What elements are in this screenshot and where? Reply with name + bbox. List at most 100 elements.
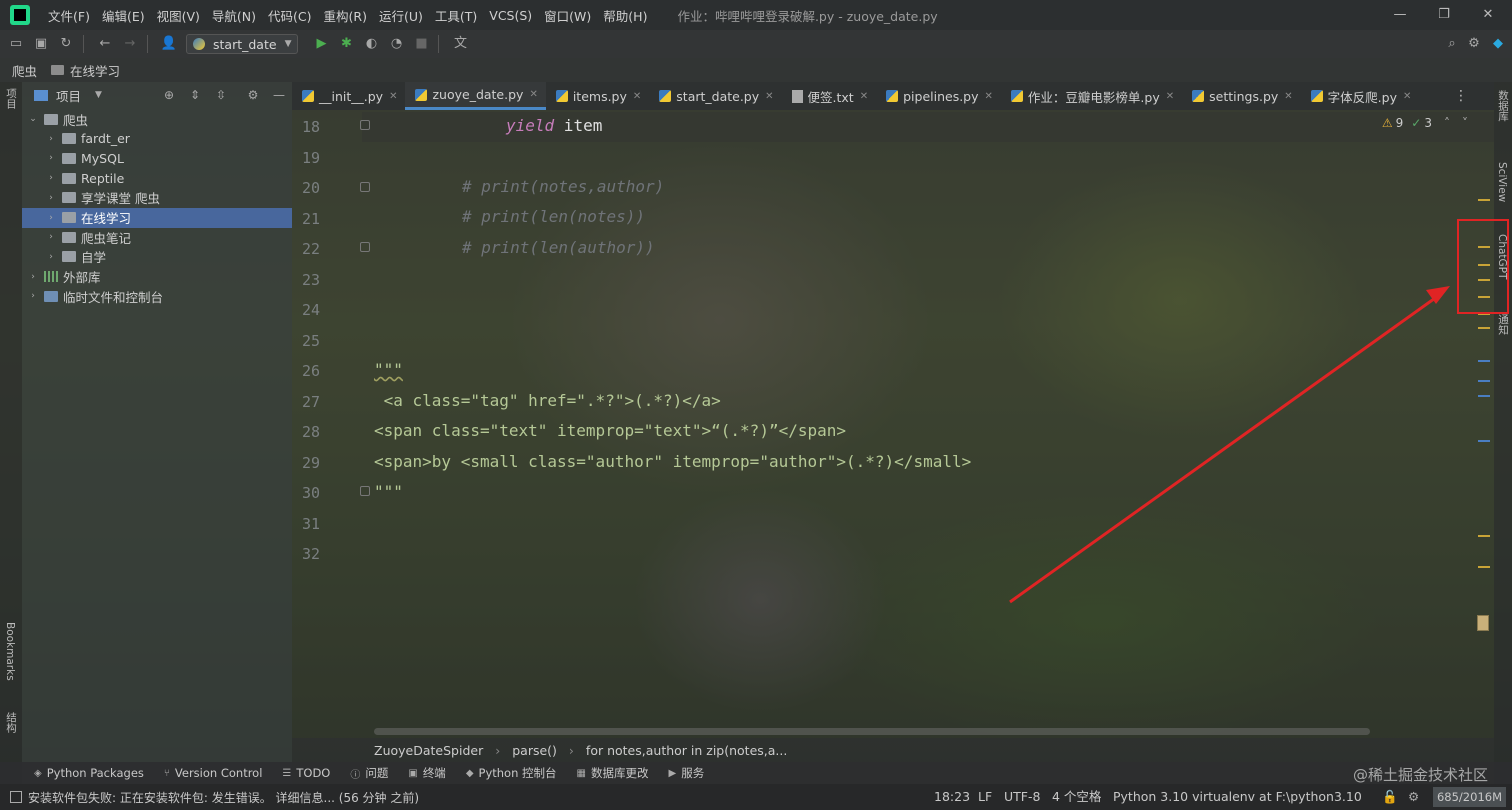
status-message[interactable]: 安装软件包失败: 正在安装软件包: 发生错误。 详细信息... (56 分钟 之…: [10, 789, 419, 806]
editor-tab[interactable]: settings.py ✕: [1182, 82, 1301, 110]
next-highlight-icon[interactable]: ˅: [1462, 116, 1468, 130]
menu-window[interactable]: 窗口(W): [538, 6, 597, 25]
tree-item[interactable]: › 享学课堂 爬虫: [22, 188, 292, 208]
minimize-icon[interactable]: —: [1390, 6, 1410, 24]
database-tool-button[interactable]: 数据库: [1496, 90, 1511, 122]
editor-tab[interactable]: zuoye_date.py ✕: [405, 82, 546, 110]
notifications-tool-button[interactable]: 通知: [1496, 314, 1511, 335]
close-tab-icon[interactable]: ✕: [985, 91, 993, 102]
tree-item[interactable]: › 在线学习: [22, 207, 292, 228]
back-icon[interactable]: ←: [96, 35, 114, 53]
editor-tab[interactable]: 作业：豆瓣电影榜单.py ✕: [1001, 82, 1182, 110]
close-tab-icon[interactable]: ✕: [1403, 91, 1411, 102]
chevron-right-icon[interactable]: ›: [28, 291, 38, 301]
breadcrumb-current[interactable]: 在线学习: [70, 61, 120, 80]
open-folder-icon[interactable]: ▭: [7, 35, 25, 53]
panel-toggle-icon[interactable]: [10, 791, 22, 803]
indent-setting[interactable]: 4 个空格: [1052, 784, 1101, 810]
scroll-thumb[interactable]: [1477, 615, 1489, 631]
fold-marker-icon[interactable]: [360, 486, 370, 496]
warning-marker[interactable]: [1478, 199, 1490, 201]
warning-marker[interactable]: [1478, 327, 1490, 329]
crumb-class[interactable]: ZuoyeDateSpider: [374, 743, 483, 758]
menu-run[interactable]: 运行(U): [373, 6, 429, 25]
expand-all-icon[interactable]: ⇕: [188, 88, 202, 102]
chevron-down-icon[interactable]: ▼: [95, 90, 102, 100]
tree-item[interactable]: › Reptile: [22, 168, 292, 188]
tool-window-button[interactable]: ▶ 服务: [669, 765, 705, 781]
tool-window-button[interactable]: ◈ Python Packages: [34, 765, 144, 781]
close-tab-icon[interactable]: ✕: [1284, 91, 1292, 102]
tool-window-button[interactable]: ▦ 数据库更改: [577, 765, 649, 781]
lock-icon[interactable]: 🔓: [1382, 784, 1398, 810]
close-tab-icon[interactable]: ✕: [633, 91, 641, 102]
editor-tab[interactable]: __init__.py ✕: [292, 82, 405, 110]
horizontal-scrollbar[interactable]: [374, 728, 1370, 735]
file-encoding[interactable]: UTF-8: [1004, 784, 1040, 810]
tree-item[interactable]: › 临时文件和控制台: [22, 286, 292, 306]
more-tabs-icon[interactable]: ⋮: [1454, 88, 1468, 104]
tree-item[interactable]: › 外部库: [22, 267, 292, 287]
menu-view[interactable]: 视图(V): [151, 6, 206, 25]
hide-icon[interactable]: —: [272, 88, 286, 102]
code-editor[interactable]: 18 19 20 21 22 23 24 25 26 27 28 29 30 31 32 yield ite…: [292, 110, 1494, 738]
save-icon[interactable]: ▣: [32, 35, 50, 53]
chevron-right-icon[interactable]: ›: [46, 193, 56, 203]
coverage-icon[interactable]: ◐: [362, 35, 380, 53]
info-marker[interactable]: [1478, 360, 1490, 362]
collapse-all-icon[interactable]: ⇳: [214, 88, 228, 102]
editor-tab[interactable]: items.py ✕: [546, 82, 649, 110]
info-marker[interactable]: [1478, 395, 1490, 397]
fold-marker-icon[interactable]: [360, 120, 370, 130]
tree-item[interactable]: › 爬虫笔记: [22, 227, 292, 247]
breadcrumb-root[interactable]: 爬虫: [12, 61, 37, 80]
close-tab-icon[interactable]: ✕: [765, 91, 773, 102]
debug-icon[interactable]: ✱: [337, 35, 355, 53]
editor-tab[interactable]: 字体反爬.py ✕: [1301, 82, 1420, 110]
fold-marker-icon[interactable]: [360, 242, 370, 252]
bookmarks-tool-button[interactable]: Bookmarks: [4, 622, 16, 681]
menu-file[interactable]: 文件(F): [42, 6, 96, 25]
chevron-right-icon[interactable]: ›: [28, 272, 38, 282]
info-marker[interactable]: [1478, 440, 1490, 442]
chevron-right-icon[interactable]: ›: [46, 134, 56, 144]
chevron-right-icon[interactable]: ›: [46, 232, 56, 242]
tool-window-button[interactable]: ☰ TODO: [282, 765, 330, 781]
close-tab-icon[interactable]: ✕: [529, 89, 537, 100]
menu-edit[interactable]: 编辑(E): [96, 6, 151, 25]
forward-icon[interactable]: →: [121, 35, 139, 53]
menu-help[interactable]: 帮助(H): [597, 6, 653, 25]
memory-indicator[interactable]: 685/2016M: [1432, 787, 1506, 807]
project-tool-button[interactable]: 项目: [4, 88, 19, 109]
tree-item[interactable]: › 自学: [22, 247, 292, 267]
menu-code[interactable]: 代码(C): [262, 6, 317, 25]
previous-highlight-icon[interactable]: ˄: [1444, 116, 1450, 130]
structure-tool-button[interactable]: 结构: [4, 712, 19, 733]
fold-marker-icon[interactable]: [360, 182, 370, 192]
chevron-right-icon[interactable]: ›: [46, 173, 56, 183]
info-marker[interactable]: [1478, 380, 1490, 382]
warning-marker[interactable]: [1478, 535, 1490, 537]
editor-tab[interactable]: pipelines.py ✕: [876, 82, 1001, 110]
menu-refactor[interactable]: 重构(R): [318, 6, 373, 25]
caret-position[interactable]: 18:23: [934, 784, 970, 810]
menu-navigate[interactable]: 导航(N): [206, 6, 262, 25]
line-separator[interactable]: LF: [978, 784, 992, 810]
close-tab-icon[interactable]: ✕: [1166, 91, 1174, 102]
jetbrains-toolbox-icon[interactable]: ◆: [1489, 35, 1507, 53]
warning-marker[interactable]: [1478, 566, 1490, 568]
gear-icon[interactable]: ⚙: [1465, 35, 1483, 53]
run-icon[interactable]: ▶: [312, 35, 330, 53]
translate-icon[interactable]: 文: [451, 35, 469, 53]
crumb-method[interactable]: parse(): [512, 743, 557, 758]
sync-icon[interactable]: ↻: [57, 35, 75, 53]
project-panel-title[interactable]: 项目: [56, 86, 81, 105]
inspection-widget[interactable]: ⚠ 9 ✓ 3 ˄ ˅: [1382, 116, 1468, 130]
chevron-right-icon[interactable]: ›: [46, 213, 56, 223]
tool-window-button[interactable]: ◆ Python 控制台: [466, 765, 557, 781]
python-interpreter[interactable]: Python 3.10 virtualenv at F:\python3.10: [1113, 784, 1362, 810]
sciview-tool-button[interactable]: SciView: [1496, 162, 1508, 202]
tree-item[interactable]: › MySQL: [22, 148, 292, 168]
user-icon[interactable]: 👤: [160, 35, 178, 53]
menu-tools[interactable]: 工具(T): [429, 6, 483, 25]
